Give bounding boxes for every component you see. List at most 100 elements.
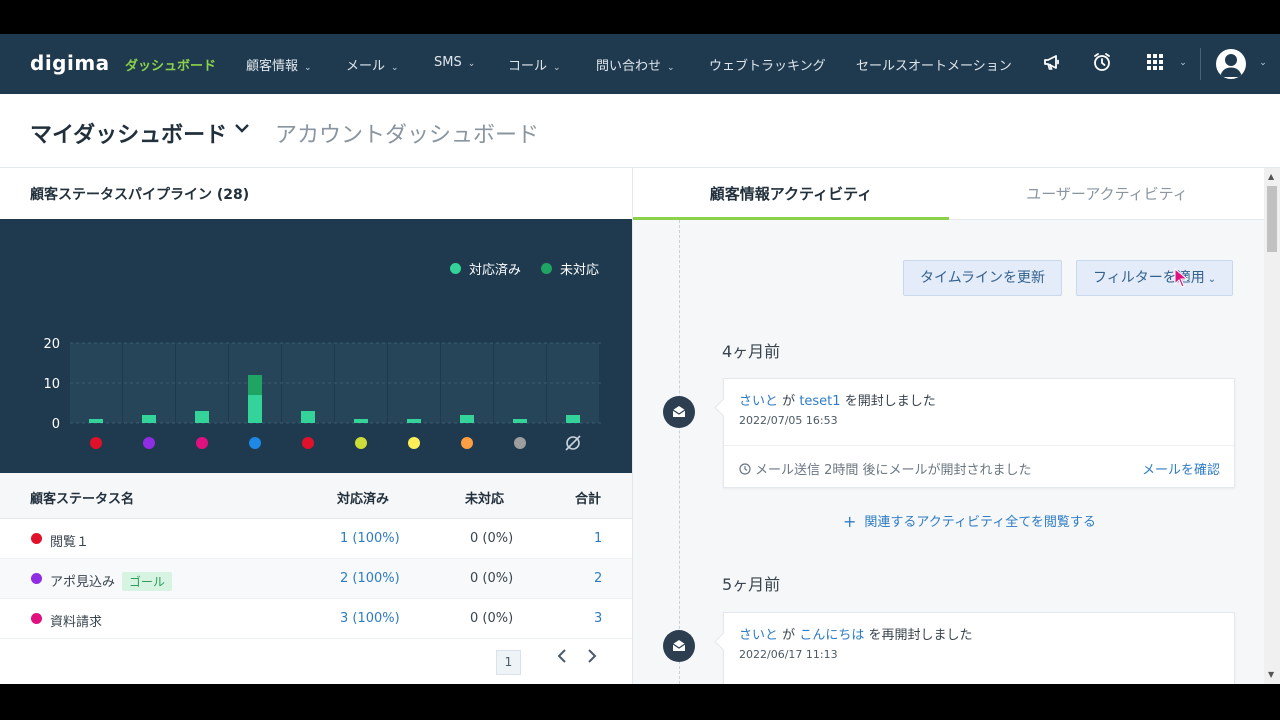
timeline-period: 5ヶ月前 [722,575,781,594]
column-header-total[interactable]: 合計 [575,488,601,507]
nav-sales-automation[interactable]: セールスオートメーション [856,55,1012,74]
timeline-period: 4ヶ月前 [722,342,781,361]
column-header-pending[interactable]: 未対応 [465,488,504,507]
chart-bar [89,419,103,423]
page-title[interactable]: マイダッシュボード [30,117,227,149]
activity-panel: 顧客情報アクティビティ ユーザーアクティビティ タイムラインを更新 フィルターを… [632,168,1265,684]
account-dashboard-link[interactable]: アカウントダッシュボード [275,117,539,149]
user-link[interactable]: さいと [739,394,778,409]
chart-bar [407,419,421,423]
goal-badge: ゴール [122,572,173,591]
category-color-dot [302,437,314,449]
legend-swatch [450,263,461,274]
total-count-link[interactable]: 1 [594,531,602,546]
category-color-dot [408,437,420,449]
total-count-link[interactable]: 3 [594,611,602,626]
chevron-down-icon: ⌄ [553,63,561,73]
category-color-dot [196,437,208,449]
tab-user-activity[interactable]: ユーザーアクティビティ [949,168,1265,220]
legend-item-done[interactable]: 対応済み [450,259,521,278]
chevron-down-icon: ⌄ [1207,274,1217,285]
chevron-right-icon[interactable] [586,648,598,669]
done-count-link[interactable]: 3 (100%) [340,611,400,626]
scroll-up-arrow-icon[interactable]: ▲ [1268,172,1274,181]
activity-timeline: タイムラインを更新 フィルターを適用 ⌄ 4ヶ月前 さいと が teset1 を開… [633,220,1265,684]
done-count-link[interactable]: 1 (100%) [340,531,400,546]
apps-grid-icon[interactable] [1144,52,1166,74]
status-color-dot [31,613,42,624]
activity-text: さいと が こんにちは を再開封しました [739,624,972,643]
pending-count: 0 (0%) [470,611,514,626]
mail-subject-link[interactable]: teset1 [799,394,840,409]
legend-label: 未対応 [560,263,600,278]
user-link[interactable]: さいと [739,628,778,643]
chevron-down-icon[interactable] [234,122,250,138]
view-mail-link[interactable]: メールを確認 [1142,459,1220,478]
nav-call[interactable]: コール ⌄ [508,55,561,74]
nav-web-tracking[interactable]: ウェブトラッキング [709,55,826,74]
scrollbar-thumb[interactable] [1267,186,1277,252]
chevron-down-icon[interactable]: ⌄ [1252,52,1274,74]
chart-bar [566,415,580,423]
pipeline-title: 顧客ステータスパイプライン (28) [30,187,250,203]
mail-open-icon [663,630,695,662]
timeline-line [679,220,680,684]
mouse-cursor-icon [1174,268,1188,288]
legend-item-pending[interactable]: 未対応 [541,259,599,278]
total-count-link[interactable]: 2 [594,571,602,586]
column-header-done[interactable]: 対応済み [337,488,389,507]
nav-mail[interactable]: メール ⌄ [346,55,399,74]
chevron-down-icon: ⌄ [667,63,675,73]
nav-divider [1200,48,1201,80]
chevron-down-icon: ⌄ [304,63,312,73]
chart-bar [301,411,315,423]
y-tick-label: 0 [52,417,60,432]
mail-subject-link[interactable]: こんにちは [799,628,864,643]
activity-action: を再開封しました [868,628,973,643]
digima-logo[interactable]: digima [30,51,110,75]
nav-customers[interactable]: 顧客情報 ⌄ [246,55,312,74]
activity-text: さいと が teset1 を開封しました [739,390,936,409]
activity-date: 2022/06/17 11:13 [739,648,838,661]
chevron-down-icon[interactable]: ⌄ [1172,52,1194,74]
activity-action: を開封しました [844,394,936,409]
alarm-clock-icon[interactable] [1091,52,1113,74]
chart-bar [460,415,474,423]
pagination-page-1[interactable]: 1 [496,650,521,675]
scrollbar[interactable]: ▲ ▼ [1264,168,1280,684]
column-header-status[interactable]: 顧客ステータス名 [30,488,134,507]
view-all-activities-link[interactable]: + 関連するアクティビティ全てを閲覧する [843,511,1096,531]
category-color-dot [90,437,102,449]
nav-inquiries[interactable]: 問い合わせ ⌄ [596,55,675,74]
no-status-icon [565,435,581,451]
chevron-down-icon: ⌄ [391,63,399,73]
megaphone-icon[interactable] [1041,52,1063,74]
chevron-left-icon[interactable] [556,648,568,669]
pending-count: 0 (0%) [470,571,514,586]
app-window: digima ダッシュボード 顧客情報 ⌄ メール ⌄ SMS ⌄ コール ⌄ 問い合わ… [0,34,1280,684]
chart-column-bg [547,343,599,423]
pipeline-chart: 対応済み 未対応 0 10 20 [0,219,632,473]
category-color-dot [461,437,473,449]
mail-open-icon [663,396,695,428]
category-color-dot [355,437,367,449]
user-avatar-icon[interactable] [1216,49,1246,79]
pending-count: 0 (0%) [470,531,514,546]
tab-customer-activity[interactable]: 顧客情報アクティビティ [633,168,949,220]
refresh-timeline-button[interactable]: タイムラインを更新 [903,260,1063,296]
apply-filter-button[interactable]: フィルターを適用 ⌄ [1076,260,1234,296]
done-count-link[interactable]: 2 (100%) [340,571,400,586]
clock-icon [739,463,751,475]
legend-swatch [541,263,552,274]
activity-particle: が [782,394,796,409]
nav-sms[interactable]: SMS ⌄ [434,55,475,70]
y-tick-label: 20 [43,337,60,352]
chart-bar [354,419,368,423]
y-tick-label: 10 [43,377,60,392]
category-color-dot [249,437,261,449]
category-color-dot [143,437,155,449]
chart-bar [248,395,262,423]
status-name: アポ見込み ゴール [50,571,173,591]
scroll-down-arrow-icon[interactable]: ▼ [1268,670,1274,679]
nav-dashboard[interactable]: ダッシュボード [125,55,216,74]
